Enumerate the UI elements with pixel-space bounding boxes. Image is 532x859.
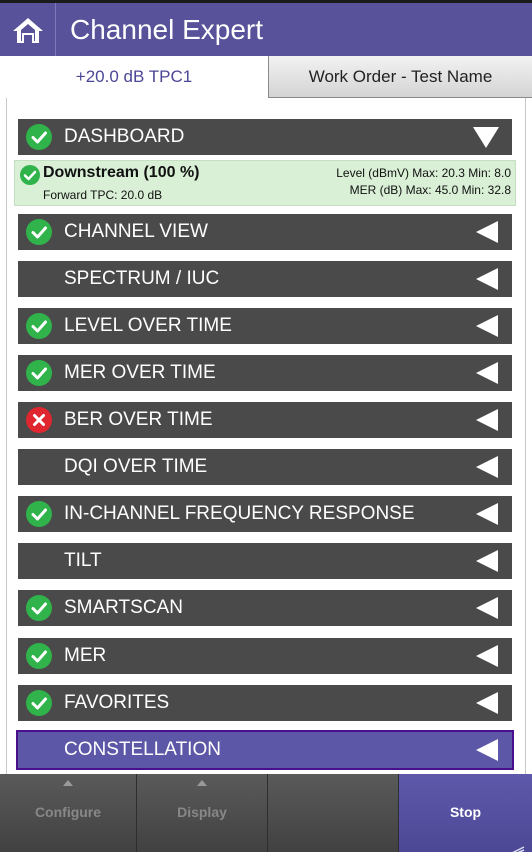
fail-x-icon — [26, 407, 52, 433]
dashboard-row[interactable]: DASHBOARD — [18, 119, 512, 155]
check-icon — [26, 643, 52, 669]
collapse-left-icon[interactable] — [476, 692, 498, 714]
item-favorites[interactable]: FAVORITES — [18, 685, 512, 721]
item-label: SMARTSCAN — [64, 597, 183, 618]
item-in-channel-frequency-response[interactable]: IN-CHANNEL FREQUENCY RESPONSE — [18, 496, 512, 532]
item-mer-over-time[interactable]: MER OVER TIME — [18, 355, 512, 391]
collapse-left-icon[interactable] — [476, 362, 498, 384]
page-title: Channel Expert — [70, 14, 264, 45]
check-icon — [26, 690, 52, 716]
item-label: CHANNEL VIEW — [64, 221, 208, 242]
level-stats: Level (dBmV) Max: 20.3 Min: 8.0 — [336, 166, 511, 180]
bottom-edge — [0, 852, 532, 859]
item-ber-over-time[interactable]: BER OVER TIME — [18, 402, 512, 438]
tab-tpc[interactable]: +20.0 dB TPC1 — [0, 56, 268, 98]
configure-label: Configure — [34, 804, 102, 820]
check-icon — [26, 313, 52, 339]
item-label: DQI OVER TIME — [64, 456, 208, 477]
collapse-left-icon[interactable] — [476, 597, 498, 619]
downstream-title: Downstream (100 %) — [43, 164, 200, 181]
display-label: Display — [177, 804, 227, 820]
item-label: MER OVER TIME — [64, 362, 216, 383]
expand-down-icon[interactable] — [473, 127, 499, 148]
collapse-left-icon[interactable] — [476, 456, 498, 478]
collapse-left-icon[interactable] — [476, 645, 498, 667]
collapse-left-icon[interactable] — [476, 221, 498, 243]
tab-work-order[interactable]: Work Order - Test Name — [268, 56, 532, 98]
item-tilt[interactable]: TILT — [18, 543, 512, 579]
stop-label: Stop — [449, 804, 482, 820]
item-dqi-over-time[interactable]: DQI OVER TIME — [18, 449, 512, 485]
collapse-left-icon[interactable] — [476, 739, 498, 761]
mer-stats: MER (dB) Max: 45.0 Min: 32.8 — [349, 183, 511, 197]
item-spectrum-iuc[interactable]: SPECTRUM / IUC — [18, 261, 512, 297]
collapse-left-icon[interactable] — [476, 550, 498, 572]
collapse-left-icon[interactable] — [476, 503, 498, 525]
item-label: CONSTELLATION — [64, 739, 221, 760]
configure-button[interactable]: Configure — [0, 774, 137, 859]
item-label: MER — [64, 645, 107, 666]
caret-up-icon — [63, 780, 73, 786]
app-header: Channel Expert — [0, 0, 532, 56]
item-level-over-time[interactable]: LEVEL OVER TIME — [18, 308, 512, 344]
check-icon — [26, 219, 52, 245]
empty-button — [268, 774, 399, 859]
item-label: FAVORITES — [64, 692, 170, 713]
dashboard-label: DASHBOARD — [64, 126, 185, 147]
forward-tpc: Forward TPC: 20.0 dB — [43, 188, 163, 202]
bottom-action-bar: Configure Display Stop — [0, 774, 532, 859]
check-icon — [26, 501, 52, 527]
stop-button[interactable]: Stop — [399, 774, 532, 859]
check-icon — [26, 124, 52, 150]
item-mer[interactable]: MER — [18, 638, 512, 674]
collapse-left-icon[interactable] — [476, 409, 498, 431]
dashboard-summary: Downstream (100 %) Forward TPC: 20.0 dB … — [14, 160, 516, 206]
item-constellation[interactable]: CONSTELLATION — [16, 730, 514, 770]
check-icon — [26, 595, 52, 621]
display-button[interactable]: Display — [137, 774, 268, 859]
home-icon — [11, 15, 45, 45]
collapse-left-icon[interactable] — [476, 268, 498, 290]
collapse-left-icon[interactable] — [476, 315, 498, 337]
item-label: TILT — [64, 550, 102, 571]
item-channel-view[interactable]: CHANNEL VIEW — [18, 214, 512, 250]
item-label: BER OVER TIME — [64, 409, 213, 430]
home-button[interactable] — [0, 3, 56, 56]
item-smartscan[interactable]: SMARTSCAN — [18, 590, 512, 626]
caret-up-icon — [197, 780, 207, 786]
item-label: SPECTRUM / IUC — [64, 268, 220, 289]
item-label: LEVEL OVER TIME — [64, 315, 232, 336]
item-label: IN-CHANNEL FREQUENCY RESPONSE — [64, 503, 415, 524]
check-icon — [26, 360, 52, 386]
check-icon — [20, 165, 40, 185]
